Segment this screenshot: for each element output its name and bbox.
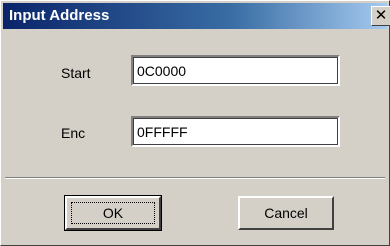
title-bar[interactable]: Input Address ✕ bbox=[3, 3, 390, 29]
start-address-input[interactable] bbox=[131, 55, 340, 86]
end-label: Enc bbox=[61, 125, 86, 141]
cancel-button[interactable]: Cancel bbox=[238, 196, 334, 230]
end-address-input[interactable] bbox=[131, 116, 340, 147]
close-button[interactable]: ✕ bbox=[371, 6, 390, 26]
ok-button[interactable]: OK bbox=[64, 195, 162, 231]
focus-indicator: OK bbox=[71, 202, 155, 224]
cancel-button-label: Cancel bbox=[264, 205, 308, 221]
input-address-dialog: Input Address ✕ Start Enc OK Cancel bbox=[0, 0, 390, 246]
separator bbox=[5, 177, 385, 179]
close-icon: ✕ bbox=[374, 6, 388, 24]
ok-button-label: OK bbox=[102, 205, 124, 221]
start-label: Start bbox=[61, 65, 91, 81]
dialog-title: Input Address bbox=[9, 7, 110, 24]
